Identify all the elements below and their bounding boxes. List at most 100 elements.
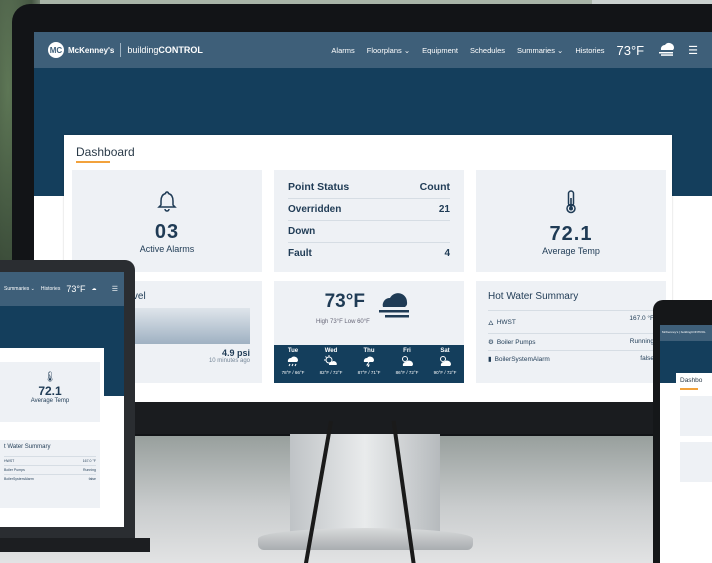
hot-water-title: Hot Water Summary — [488, 291, 579, 302]
tablet-screen: McKenney's | buildingCONTROL Dashbo — [660, 325, 712, 563]
weather-forecast: Tue 78°F / 66°F Wed 82°F / 72°F Thu 87°F… — [274, 345, 464, 383]
forecast-range: 90°F / 72°F — [433, 370, 457, 375]
dashboard-panel: Dashbo — [676, 373, 712, 553]
hws-item-value: Running — [629, 338, 654, 345]
brand-separator — [120, 43, 122, 57]
hamburger-icon[interactable]: ☰ — [688, 44, 698, 57]
dashboard-panel: 🌡 72.1 Average Temp t Water Summary HWST… — [0, 348, 104, 516]
hot-water-summary-card[interactable]: t Water Summary HWST 167.0 °F Boiler Pump… — [0, 440, 100, 508]
nav-item-summaries[interactable]: Summaries ⌄ — [4, 286, 35, 292]
point-status-name: Overridden — [288, 204, 342, 215]
point-status-card: Point Status Count Overridden 21 Down Fa… — [274, 170, 464, 272]
cloud-fog-icon — [375, 291, 413, 326]
average-temp-value: 72.1 — [549, 223, 593, 245]
list-item[interactable]: ⚙ Boiler Pumps Running — [488, 333, 654, 350]
nav-item-histories[interactable]: Histories — [41, 286, 60, 292]
hws-item-name: 🜂 HWST — [488, 315, 516, 329]
table-row[interactable]: Fault 4 — [288, 243, 450, 264]
average-temp-label: Average Temp — [30, 398, 70, 404]
tablet-nav-bar: McKenney's | buildingCONTROL — [660, 325, 712, 341]
dashboard-panel: Dashboard 03 Active Alarms Point Status … — [64, 135, 672, 402]
page-title: Dashboard — [76, 145, 135, 159]
hws-name-text: HWST — [496, 318, 516, 326]
hws-item-name: Boiler Pumps — [4, 468, 25, 472]
hws-item-name: ▮ BoilerSystemAlarm — [488, 355, 550, 364]
laptop-screen: Summaries ⌄ Histories 73°F ☁ ☰ 🌡 72.1 Av… — [0, 272, 124, 527]
list-item[interactable]: ▮ BoilerSystemAlarm false — [488, 350, 654, 367]
nav-item-floorplans[interactable]: Floorplans ⌄ — [367, 46, 410, 55]
hws-item-name: ⚙ Boiler Pumps — [488, 338, 536, 347]
pump-icon: ⚙ — [488, 339, 494, 346]
main-nav: Alarms Floorplans ⌄ Equipment Schedules … — [331, 42, 698, 58]
point-status-header: Point Status Count — [288, 176, 450, 199]
hot-water-summary-card[interactable]: Hot Water Summary 🜂 HWST 167.0 °F ⚙ Boiler… — [476, 281, 666, 383]
list-item[interactable]: BoilerSystemAlarm false — [4, 474, 96, 483]
dashboard-card[interactable] — [680, 395, 712, 436]
thermometer-icon — [476, 190, 666, 219]
forecast-range: 87°F / 71°F — [357, 370, 381, 375]
weather-high-low: High 73°F Low 60°F — [316, 319, 370, 325]
count-header: Count — [419, 181, 450, 193]
monitor-screen: MC McKenney's buildingCONTROL Alarms Flo… — [34, 32, 712, 402]
active-alarms-card[interactable]: 03 Active Alarms — [72, 170, 262, 272]
storm-icon — [350, 355, 388, 369]
alarm-label: Active Alarms — [139, 244, 195, 254]
point-status-count: 4 — [444, 248, 450, 259]
nav-item-schedules[interactable]: Schedules — [470, 46, 505, 55]
alarm-icon: ▮ — [488, 356, 492, 363]
forecast-day-name: Sat — [440, 348, 450, 354]
point-status-count: 21 — [438, 204, 450, 215]
nav-item-histories[interactable]: Histories — [575, 46, 604, 55]
hws-item-value: false — [640, 355, 654, 362]
forecast-day: Wed 82°F / 72°F — [312, 345, 350, 383]
hws-name-text: Boiler Pumps — [496, 338, 536, 346]
nav-item-alarms[interactable]: Alarms — [331, 46, 354, 55]
forecast-day: Tue 78°F / 66°F — [274, 345, 312, 383]
title-underline — [680, 388, 698, 390]
hws-item-value: Running — [82, 468, 96, 472]
hws-item-value: 167.0 °F — [82, 459, 96, 463]
forecast-day: Thu 87°F / 71°F — [350, 345, 388, 383]
average-temp-card[interactable]: 72.1 Average Temp — [476, 170, 666, 272]
list-item[interactable]: 🜂 HWST 167.0 °F — [488, 310, 654, 333]
brand-name[interactable]: McKenney's — [68, 46, 114, 55]
forecast-day-name: Thu — [363, 348, 375, 354]
table-row[interactable]: Overridden 21 — [288, 199, 450, 221]
nav-item-equipment[interactable]: Equipment — [422, 46, 458, 55]
laptop-base — [0, 538, 150, 552]
forecast-day-name: Fri — [403, 348, 411, 354]
forecast-day: Fri 86°F / 72°F — [388, 345, 426, 383]
weather-current: 73°F High 73°F Low 60°F — [274, 281, 464, 345]
nav-item-summaries[interactable]: Summaries ⌄ — [517, 46, 563, 55]
product-prefix: building — [127, 45, 159, 55]
forecast-range: 78°F / 66°F — [281, 370, 305, 375]
thermometer-icon: 🌡 — [43, 372, 57, 383]
hws-name-text: BoilerSystemAlarm — [494, 355, 550, 363]
product-name[interactable]: buildingCONTROL — [127, 45, 203, 55]
forecast-day: Sat 90°F / 72°F — [426, 345, 464, 383]
hamburger-icon[interactable]: ☰ — [112, 285, 118, 293]
point-status-name: Down — [288, 226, 316, 237]
bell-icon — [72, 190, 262, 217]
forecast-range: 82°F / 72°F — [319, 370, 343, 375]
average-temp-value: 72.1 — [38, 384, 62, 398]
laptop-nav-bar: Summaries ⌄ Histories 73°F ☁ ☰ — [0, 272, 124, 306]
logo-badge[interactable]: MC — [48, 42, 64, 58]
partly-cloudy-icon — [388, 355, 426, 369]
weather-temp: 73°F — [324, 291, 365, 312]
page-title: Dashbo — [680, 377, 703, 384]
partly-cloudy-icon — [426, 355, 464, 369]
weather-card[interactable]: 73°F High 73°F Low 60°F Tue 78°F / 66°F … — [274, 281, 464, 383]
forecast-day-name: Tue — [287, 348, 299, 354]
list-item[interactable]: HWST 167.0 °F — [4, 456, 96, 465]
dashboard-card[interactable] — [680, 441, 712, 482]
point-status-name: Fault — [288, 248, 312, 259]
list-item[interactable]: Boiler Pumps Running — [4, 465, 96, 474]
current-temp: 73°F — [66, 284, 86, 294]
product-bold: CONTROL — [158, 45, 203, 55]
average-temp-card[interactable]: 🌡 72.1 Average Temp — [0, 362, 100, 422]
sun-cloud-icon — [312, 355, 350, 369]
table-row[interactable]: Down — [288, 221, 450, 243]
cloud-fog-icon: ☁ — [91, 286, 97, 292]
forecast-range: 86°F / 72°F — [395, 370, 419, 375]
